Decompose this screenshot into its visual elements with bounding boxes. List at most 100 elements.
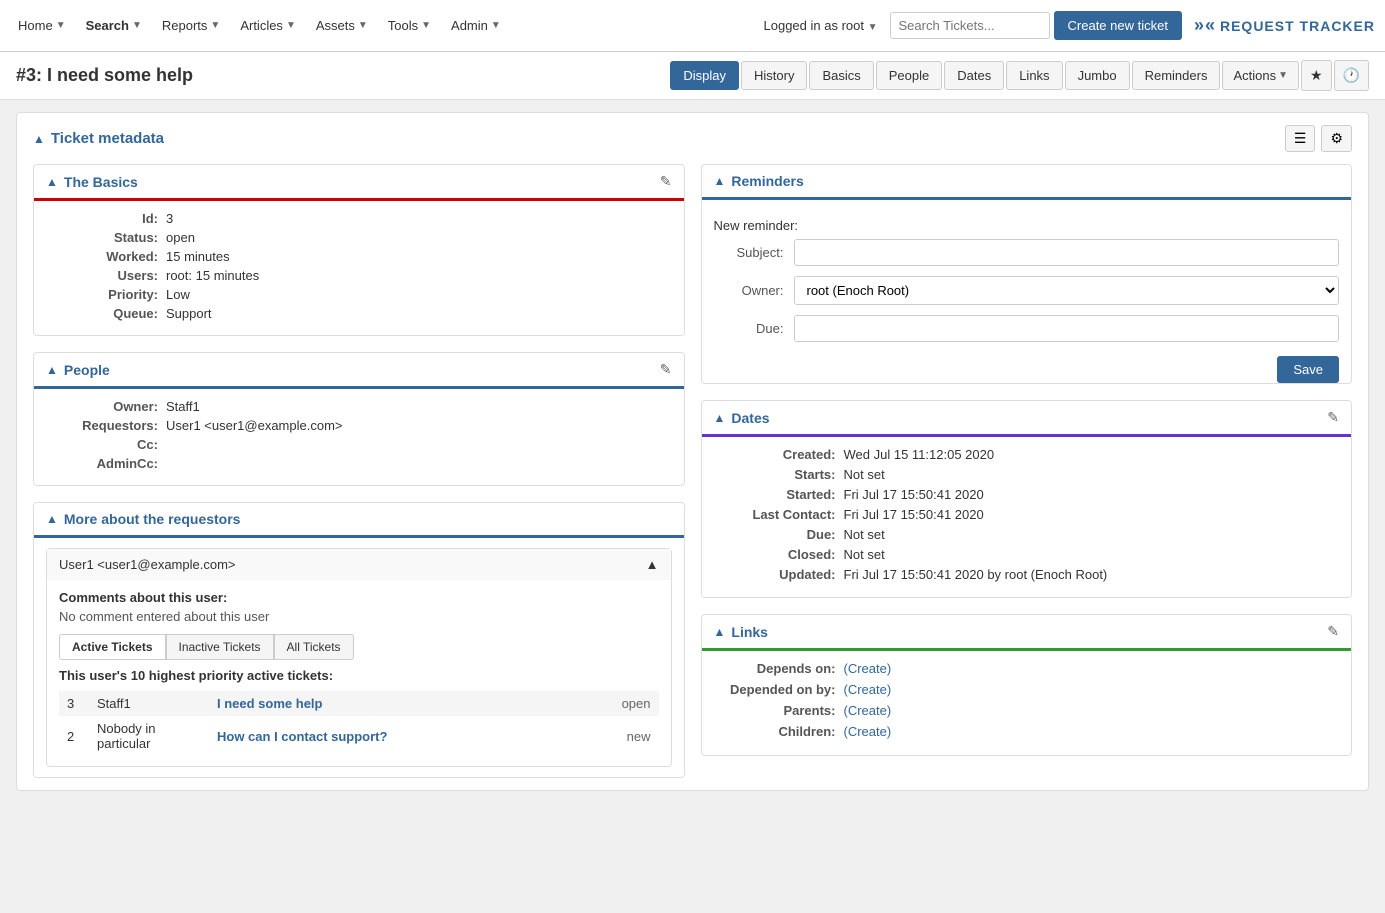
reminder-owner-row: Owner: root (Enoch Root) — [714, 276, 1340, 305]
tab-reminders[interactable]: Reminders — [1132, 61, 1221, 90]
dates-card-title: ▲ Dates — [714, 410, 770, 426]
reminder-owner-select[interactable]: root (Enoch Root) — [794, 276, 1340, 305]
dates-closed-row: Closed: Not set — [714, 547, 1340, 562]
more-about-card-title: ▲ More about the requestors — [46, 511, 240, 527]
priority-text: This user's 10 highest priority active t… — [59, 668, 659, 683]
basics-edit-button[interactable]: ✎ — [660, 173, 672, 190]
chevron-up-icon: ▲ — [646, 557, 659, 572]
basics-queue-row: Queue: Support — [46, 306, 672, 321]
tab-display[interactable]: Display — [670, 61, 739, 90]
create-ticket-button[interactable]: Create new ticket — [1054, 11, 1182, 40]
ticket-header: #3: I need some help Display History Bas… — [0, 52, 1385, 100]
links-parents-row: Parents: (Create) — [714, 703, 1340, 718]
links-card-header: ▲ Links ✎ — [702, 615, 1352, 651]
nav-assets[interactable]: Assets ▼ — [308, 12, 376, 39]
reminder-subject-input[interactable] — [794, 239, 1340, 266]
comments-text: No comment entered about this user — [59, 609, 659, 624]
nav-home[interactable]: Home ▼ — [10, 12, 74, 39]
nav-tools[interactable]: Tools ▼ — [380, 12, 439, 39]
logged-in-label[interactable]: Logged in as root ▼ — [756, 12, 886, 39]
active-tickets-table: 3 Staff1 I need some help open 2 Nobody … — [59, 691, 659, 756]
people-card-body: Owner: Staff1 Requestors: User1 <user1@e… — [34, 389, 684, 485]
tab-people[interactable]: People — [876, 61, 942, 90]
collapse-icon[interactable]: ▲ — [714, 625, 726, 639]
reminders-card-header: ▲ Reminders — [702, 165, 1352, 200]
people-owner-row: Owner: Staff1 — [46, 399, 672, 414]
collapse-icon[interactable]: ▲ — [46, 175, 58, 189]
clock-icon[interactable]: 🕐 — [1334, 60, 1369, 91]
nav-admin[interactable]: Admin ▼ — [443, 12, 509, 39]
two-col-layout: ▲ The Basics ✎ Id: 3 Status: open — [33, 164, 1352, 778]
user-header[interactable]: User1 <user1@example.com> ▲ — [47, 549, 671, 580]
more-about-card: ▲ More about the requestors User1 <user1… — [33, 502, 685, 778]
dates-starts-row: Starts: Not set — [714, 467, 1340, 482]
new-reminder-label: New reminder: — [714, 210, 1340, 239]
collapse-icon[interactable]: ▲ — [46, 363, 58, 377]
collapse-icon[interactable]: ▲ — [46, 512, 58, 526]
nav-articles[interactable]: Articles ▼ — [232, 12, 304, 39]
tab-links[interactable]: Links — [1006, 61, 1062, 90]
nav-reports[interactable]: Reports ▼ — [154, 12, 228, 39]
tab-jumbo[interactable]: Jumbo — [1065, 61, 1130, 90]
top-nav: Home ▼ Search ▼ Reports ▼ Articles ▼ Ass… — [0, 0, 1385, 52]
metadata-actions: ☰ ⚙ — [1285, 125, 1352, 152]
main-content: ▲ Ticket metadata ☰ ⚙ ▲ The Basics — [0, 100, 1385, 803]
chevron-down-icon: ▼ — [210, 20, 220, 31]
reminders-save-button[interactable]: Save — [1277, 356, 1339, 383]
more-about-card-body: User1 <user1@example.com> ▲ Comments abo… — [34, 538, 684, 777]
right-col: ▲ Reminders New reminder: Subject: Owner… — [701, 164, 1353, 778]
people-edit-button[interactable]: ✎ — [660, 361, 672, 378]
dates-last-contact-row: Last Contact: Fri Jul 17 15:50:41 2020 — [714, 507, 1340, 522]
dates-due-row: Due: Not set — [714, 527, 1340, 542]
children-create-link[interactable]: (Create) — [844, 724, 892, 739]
chevron-down-icon: ▼ — [491, 20, 501, 31]
search-input[interactable] — [890, 12, 1050, 39]
ticket-title: #3: I need some help — [16, 65, 662, 86]
rt-logo: »« REQUEST TRACKER — [1194, 15, 1375, 36]
reminder-subject-row: Subject: — [714, 239, 1340, 266]
depends-on-create-link[interactable]: (Create) — [844, 661, 892, 676]
nav-search[interactable]: Search ▼ — [78, 12, 150, 39]
tab-dates[interactable]: Dates — [944, 61, 1004, 90]
links-edit-button[interactable]: ✎ — [1327, 623, 1339, 640]
people-card-header: ▲ People ✎ — [34, 353, 684, 389]
depended-on-by-create-link[interactable]: (Create) — [844, 682, 892, 697]
list-view-button[interactable]: ☰ — [1285, 125, 1316, 152]
ticket-tabs: Active Tickets Inactive Tickets All Tick… — [59, 634, 659, 660]
left-col: ▲ The Basics ✎ Id: 3 Status: open — [33, 164, 685, 778]
tab-basics[interactable]: Basics — [809, 61, 873, 90]
links-card-body: Depends on: (Create) Depended on by: (Cr… — [702, 651, 1352, 755]
tab-actions[interactable]: Actions ▼ — [1222, 61, 1299, 90]
basics-users-row: Users: root: 15 minutes — [46, 268, 672, 283]
dates-edit-button[interactable]: ✎ — [1327, 409, 1339, 426]
people-cc-row: Cc: — [46, 437, 672, 452]
metadata-header: ▲ Ticket metadata ☰ ⚙ — [33, 125, 1352, 152]
links-card: ▲ Links ✎ Depends on: (Create) Depended … — [701, 614, 1353, 756]
reminders-card: ▲ Reminders New reminder: Subject: Owner… — [701, 164, 1353, 384]
chevron-down-icon: ▼ — [132, 20, 142, 31]
reminder-due-row: Due: — [714, 315, 1340, 342]
tab-inactive-tickets[interactable]: Inactive Tickets — [166, 634, 274, 660]
collapse-icon[interactable]: ▲ — [714, 174, 726, 188]
tab-active-tickets[interactable]: Active Tickets — [59, 634, 166, 660]
people-card-title: ▲ People — [46, 362, 110, 378]
reminder-due-input[interactable] — [794, 315, 1340, 342]
user-collapsible: User1 <user1@example.com> ▲ Comments abo… — [46, 548, 672, 767]
collapse-icon[interactable]: ▲ — [33, 132, 45, 146]
bookmark-icon[interactable]: ★ — [1301, 60, 1332, 91]
comments-header: Comments about this user: — [59, 590, 659, 605]
parents-create-link[interactable]: (Create) — [844, 703, 892, 718]
dates-card: ▲ Dates ✎ Created: Wed Jul 15 11:12:05 2… — [701, 400, 1353, 598]
chevron-down-icon: ▼ — [286, 20, 296, 31]
chevron-down-icon: ▼ — [56, 20, 66, 31]
reminders-card-body: New reminder: Subject: Owner: root (Enoc… — [702, 200, 1352, 370]
basics-worked-row: Worked: 15 minutes — [46, 249, 672, 264]
reminders-card-title: ▲ Reminders — [714, 173, 804, 189]
tab-history[interactable]: History — [741, 61, 807, 90]
dates-created-row: Created: Wed Jul 15 11:12:05 2020 — [714, 447, 1340, 462]
chevron-down-icon: ▼ — [421, 20, 431, 31]
people-requestors-row: Requestors: User1 <user1@example.com> — [46, 418, 672, 433]
collapse-icon[interactable]: ▲ — [714, 411, 726, 425]
tab-all-tickets[interactable]: All Tickets — [274, 634, 354, 660]
settings-button[interactable]: ⚙ — [1321, 125, 1352, 152]
